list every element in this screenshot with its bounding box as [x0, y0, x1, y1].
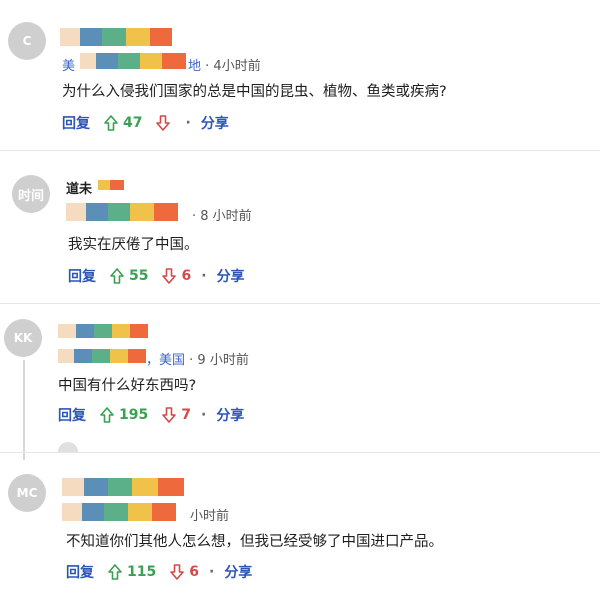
reply-button[interactable]: 回复: [68, 266, 96, 286]
dot-separator: ·: [185, 115, 191, 131]
upvote-count: 55: [129, 268, 149, 284]
timestamp: 小时前: [190, 509, 230, 524]
comment-actions: 回复 195 7 · 分享: [58, 405, 244, 425]
down-arrow-icon[interactable]: [162, 268, 177, 284]
comment-meta-tail: 地 · 4小时前: [188, 55, 261, 74]
downvote-count: 6: [181, 268, 192, 284]
timestamp: · 9 小时前: [189, 353, 249, 368]
up-arrow-icon[interactable]: [108, 564, 122, 580]
location-suffix: ，美国: [146, 353, 186, 368]
upvote-count: 47: [123, 115, 143, 131]
dot-separator: ·: [208, 564, 215, 580]
comment-meta-tail: ，美国 · 9 小时前: [146, 349, 249, 368]
down-arrow-icon[interactable]: [156, 115, 171, 131]
comment-text: 我实在厌倦了中国。: [68, 237, 199, 253]
avatar[interactable]: 时间: [12, 175, 50, 213]
upvote-count: 195: [119, 407, 149, 423]
dot-separator: ·: [200, 407, 207, 423]
username-redacted: [58, 324, 148, 338]
downvote-count: 6: [189, 564, 199, 580]
timestamp: · 8 小时前: [192, 209, 252, 224]
location-redacted: [62, 503, 176, 521]
location-suffix: 地: [188, 59, 202, 74]
reply-avatar-partial: [58, 442, 78, 452]
timestamp: · 4小时前: [205, 59, 261, 74]
up-arrow-icon[interactable]: [100, 407, 114, 423]
comment-actions: 回复 47 · 分享: [62, 113, 229, 133]
up-arrow-icon[interactable]: [104, 115, 118, 131]
comment-text: 不知道你们其他人怎么想，但我已经受够了中国进口产品。: [66, 534, 443, 550]
username-redacted: [62, 478, 184, 496]
divider: [0, 150, 600, 151]
comment-meta: 美: [62, 55, 75, 74]
share-button[interactable]: 分享: [201, 113, 229, 133]
location: 美: [62, 59, 76, 74]
downvote-count: 7: [181, 407, 191, 423]
username: 道未: [66, 182, 93, 197]
location-redacted: [80, 53, 186, 69]
location-redacted: [66, 203, 178, 221]
upvote-count: 115: [127, 564, 157, 580]
up-arrow-icon[interactable]: [110, 268, 124, 284]
reply-button[interactable]: 回复: [66, 562, 94, 582]
share-button[interactable]: 分享: [217, 266, 245, 286]
share-button[interactable]: 分享: [216, 405, 244, 425]
comment-text: 为什么入侵我们国家的总是中国的昆虫、植物、鱼类或疾病?: [62, 84, 447, 100]
dot-separator: ·: [201, 268, 207, 284]
username-redacted: [98, 180, 124, 190]
divider: [0, 303, 600, 304]
avatar[interactable]: MC: [8, 474, 46, 512]
thread-line: [23, 360, 25, 460]
comment-actions: 回复 55 6 · 分享: [68, 266, 245, 286]
share-button[interactable]: 分享: [224, 562, 252, 582]
avatar[interactable]: KK: [4, 319, 42, 357]
reply-button[interactable]: 回复: [58, 405, 86, 425]
avatar[interactable]: C: [8, 22, 46, 60]
comment-meta-tail: · 8 小时前: [192, 205, 252, 224]
divider: [0, 452, 600, 453]
down-arrow-icon[interactable]: [162, 407, 177, 423]
comment-actions: 回复 115 6 · 分享: [66, 562, 252, 582]
location-redacted: [58, 349, 146, 363]
reply-button[interactable]: 回复: [62, 113, 90, 133]
comment-text: 中国有什么好东西吗?: [58, 378, 197, 394]
comment-meta-tail: 小时前: [190, 505, 229, 524]
username-redacted: [60, 28, 172, 46]
down-arrow-icon[interactable]: [170, 564, 185, 580]
